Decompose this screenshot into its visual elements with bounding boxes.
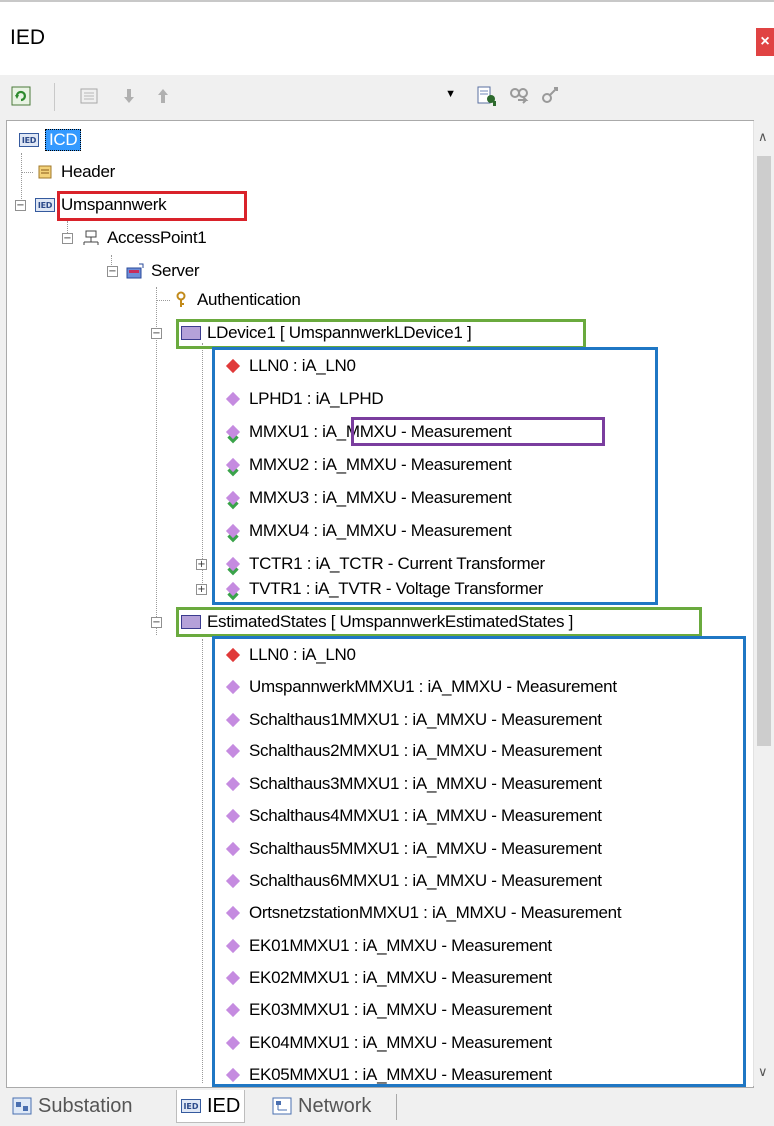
tree-expander[interactable]: − <box>151 617 162 628</box>
view-button[interactable] <box>76 83 102 109</box>
tree-connector <box>156 287 157 635</box>
chevron-down-icon[interactable]: ∨ <box>758 1064 768 1080</box>
move-down-button[interactable] <box>116 83 142 109</box>
scroll-icon <box>35 163 55 181</box>
chevron-up-icon[interactable]: ∧ <box>758 129 768 145</box>
tree-expander[interactable]: − <box>62 233 73 244</box>
tree-expander[interactable]: + <box>196 559 207 570</box>
tree-connector <box>202 639 203 1083</box>
network-icon <box>272 1097 292 1115</box>
tree-expander[interactable]: − <box>151 328 162 339</box>
search-dropdown[interactable]: ▼ <box>212 86 460 108</box>
find-next-icon <box>510 88 529 104</box>
tree-node-authentication-label: Authentication <box>197 290 301 309</box>
replace-button[interactable] <box>538 83 564 109</box>
server-icon <box>125 262 145 280</box>
tree-node-server[interactable]: Server <box>125 258 200 284</box>
highlight-box-ln-class <box>351 417 605 446</box>
tree-node-header[interactable]: Header <box>35 159 115 185</box>
arrow-up-icon <box>158 89 168 103</box>
ied-icon: IED <box>35 198 55 212</box>
find-icon <box>477 86 496 106</box>
tree-connector <box>202 343 203 591</box>
tab-ied-label: IED <box>207 1094 241 1117</box>
ied-icon: IED <box>181 1099 201 1113</box>
panel-title: IED <box>10 26 46 49</box>
key-icon <box>171 291 191 309</box>
tree-connector <box>156 300 170 301</box>
tree-expander[interactable]: + <box>196 584 207 595</box>
close-button[interactable]: × <box>756 28 774 56</box>
highlight-box-ldevice <box>176 319 586 349</box>
tab-network[interactable]: Network <box>272 1090 371 1122</box>
substation-icon <box>12 1097 32 1115</box>
tree-node-root-label: ICD <box>45 129 82 151</box>
move-up-button[interactable] <box>150 83 176 109</box>
bottom-tab-bar: Substation IED IED Network <box>6 1088 774 1126</box>
tab-substation[interactable]: Substation <box>12 1090 133 1122</box>
tree-node-server-label: Server <box>151 261 200 280</box>
scrollbar-thumb[interactable] <box>757 156 771 746</box>
chevron-down-icon: ▼ <box>445 88 456 100</box>
tree-node-authentication[interactable]: Authentication <box>171 287 301 313</box>
vertical-scrollbar[interactable]: ∧ ∨ <box>753 121 774 1086</box>
replace-icon <box>542 87 558 103</box>
arrow-down-icon <box>124 89 134 103</box>
tree-node-access-point[interactable]: AccessPoint1 <box>81 225 207 251</box>
tab-ied[interactable]: IED IED <box>176 1090 246 1123</box>
access-point-icon <box>81 229 101 247</box>
toolbar-separator <box>54 83 55 111</box>
ied-tree-view[interactable]: IED ICD Header − IED Umspannwerk − Acces… <box>6 120 754 1088</box>
toolbar: ▼ <box>0 75 774 118</box>
ied-panel: IED × ▼ IED ICD Header − IED Umspannwerk… <box>0 0 774 1126</box>
tree-node-root[interactable]: IED ICD <box>19 127 82 153</box>
tree-node-header-label: Header <box>61 162 115 181</box>
highlight-box-ldevice <box>176 607 702 637</box>
highlight-box-logical-nodes <box>212 636 746 1087</box>
refresh-icon <box>11 86 31 106</box>
tree-node-access-point-label: AccessPoint1 <box>107 228 207 247</box>
highlight-box-ied <box>57 191 247 221</box>
find-next-button[interactable] <box>506 83 532 109</box>
tab-network-label: Network <box>298 1094 372 1117</box>
tree-connector <box>21 172 33 173</box>
refresh-button[interactable] <box>8 83 34 109</box>
tab-separator <box>396 1094 397 1120</box>
panel-titlebar: IED × <box>0 0 774 77</box>
tree-expander[interactable]: − <box>107 266 118 277</box>
ied-icon: IED <box>19 133 39 147</box>
view-icon <box>80 88 98 104</box>
highlight-box-logical-nodes <box>212 347 658 605</box>
tab-substation-label: Substation <box>38 1094 133 1117</box>
find-button[interactable] <box>474 83 500 109</box>
tree-expander[interactable]: − <box>15 200 26 211</box>
